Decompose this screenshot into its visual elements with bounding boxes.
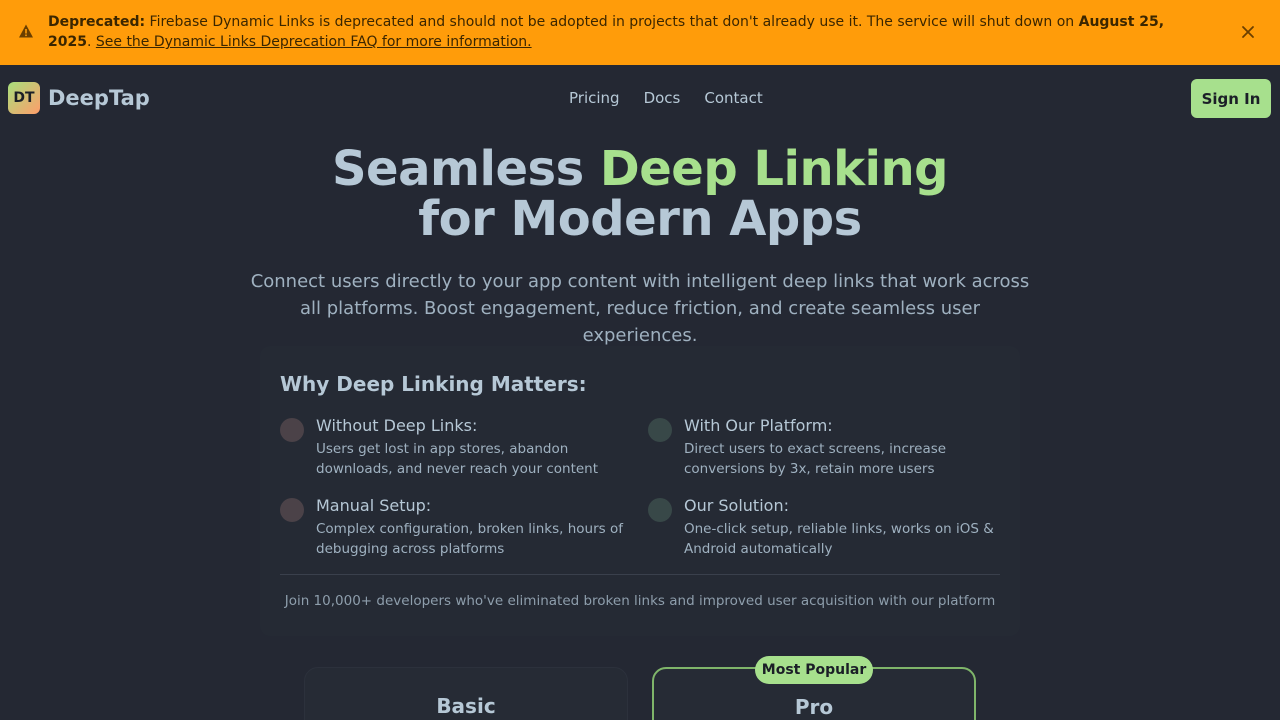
sign-in-button[interactable]: Sign In [1191, 79, 1271, 118]
hero-title-part1: Seamless [331, 141, 600, 197]
hero-title-part2: for Modern Apps [418, 191, 862, 247]
hero-title-accent: Deep Linking [599, 141, 949, 197]
plan-name: Basic [436, 694, 496, 718]
deprecation-banner: Deprecated: Firebase Dynamic Links is de… [0, 0, 1280, 65]
hero-title: Seamless Deep Linking for Modern Apps [0, 144, 1280, 244]
point-description: Users get lost in app stores, abandon do… [316, 441, 599, 477]
brand-name[interactable]: DeepTap [48, 85, 150, 111]
hero-subtitle: Connect users directly to your app conte… [250, 271, 1030, 346]
solution-dot-icon [648, 498, 672, 522]
plan-card-basic[interactable]: Basic [304, 667, 628, 720]
solution-dot-icon [648, 418, 672, 442]
point-title: Without Deep Links: [316, 416, 478, 435]
point-description: One-click setup, reliable links, works o… [684, 521, 994, 557]
main-nav: Pricing Docs Contact [569, 89, 763, 107]
point-description: Complex configuration, broken links, hou… [316, 521, 623, 557]
plan-name: Pro [794, 695, 834, 719]
warning-triangle-icon [19, 24, 33, 38]
banner-text-after: . [86, 34, 96, 50]
divider [280, 574, 1000, 575]
banner-text-before: Firebase Dynamic Links is deprecated and… [145, 14, 1079, 30]
problem-dot-icon [280, 418, 304, 442]
why-title: Why Deep Linking Matters: [280, 372, 587, 396]
logo[interactable]: DT [8, 82, 40, 114]
nav-pricing[interactable]: Pricing [569, 89, 620, 107]
nav-docs[interactable]: Docs [644, 89, 681, 107]
nav-contact[interactable]: Contact [704, 89, 762, 107]
point-description: Direct users to exact screens, increase … [684, 441, 947, 477]
point-title: Our Solution: [684, 496, 789, 515]
banner-label: Deprecated: [48, 14, 146, 30]
point-title: Manual Setup: [316, 496, 432, 515]
point-title: With Our Platform: [684, 416, 833, 435]
deprecation-faq-link[interactable]: See the Dynamic Links Deprecation FAQ fo… [96, 34, 532, 50]
site-header: DT DeepTap Pricing Docs Contact Sign In [0, 65, 1280, 131]
problem-dot-icon [280, 498, 304, 522]
banner-message: Deprecated: Firebase Dynamic Links is de… [48, 12, 1178, 52]
social-proof-text: Join 10,000+ developers who've eliminate… [284, 593, 996, 609]
close-icon[interactable] [1239, 23, 1257, 41]
most-popular-badge: Most Popular [755, 656, 873, 684]
